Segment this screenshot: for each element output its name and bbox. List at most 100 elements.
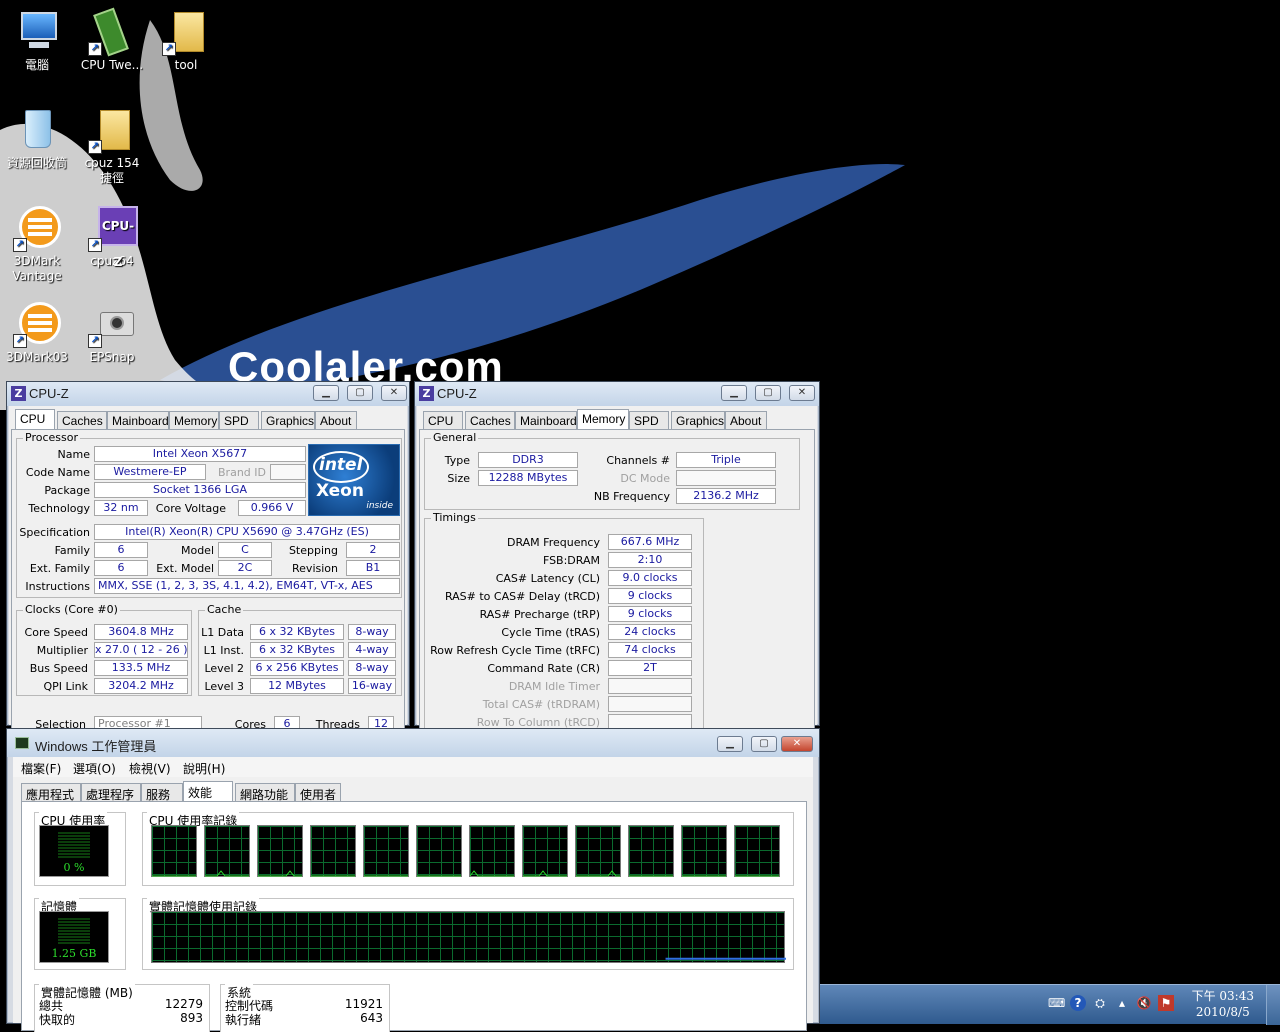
dcmode-value [676, 470, 776, 486]
window-title: CPU-Z [437, 386, 477, 401]
tab-processes[interactable]: 處理程序 [81, 783, 141, 802]
window-title: CPU-Z [29, 386, 69, 401]
cpuz-memory-window: Z CPU-Z ▁ ▢ ✕ CPU Caches Mainboard Memor… [414, 381, 820, 730]
cpu-core-graph [575, 825, 621, 877]
close-button[interactable]: ✕ [781, 736, 813, 752]
tab-cpu[interactable]: CPU [15, 409, 55, 429]
timing-value [608, 678, 692, 694]
physical-memory-box: 實體記憶體 (MB) 總共 12279 快取的 893 [34, 984, 210, 1032]
cpu-usage-trace [576, 870, 620, 877]
group-title: Processor [23, 431, 80, 444]
close-button[interactable]: ✕ [381, 385, 407, 401]
cpu-core-graph [628, 825, 674, 877]
minimize-button[interactable]: ▁ [717, 736, 743, 752]
cpuz-app-icon: Z [419, 386, 434, 401]
cpu-core-line [682, 875, 726, 877]
cpu-core-line [205, 870, 249, 877]
tab-mainboard[interactable]: Mainboard [107, 411, 169, 429]
tab-performance[interactable]: 效能 [183, 781, 233, 801]
timing-value: 24 clocks [608, 624, 692, 640]
tab-caches[interactable]: Caches [57, 411, 107, 429]
cpu-usage-trace [470, 870, 514, 877]
maximize-button[interactable]: ▢ [347, 385, 373, 401]
model-value: C [218, 542, 272, 558]
tab-services[interactable]: 服務 [141, 783, 183, 802]
desktop-icon-3dmark03[interactable]: ↗ 3DMark03 [2, 300, 72, 365]
maximize-button[interactable]: ▢ [751, 736, 777, 752]
desktop-icon-cpuz154[interactable]: ↗ cpuz 154 捷徑 [77, 106, 147, 186]
tab-graphics[interactable]: Graphics [671, 411, 725, 429]
taskbar-clock[interactable]: 下午 03:43 2010/8/5 [1192, 988, 1254, 1020]
timing-label: Total CAS# (tRDRAM) [482, 698, 600, 711]
stepping-value: 2 [346, 542, 400, 558]
3dmark-icon: ↗ [13, 300, 61, 348]
dcmode-label: DC Mode [620, 472, 670, 485]
cpu-usage-trace [258, 870, 302, 877]
title-bar[interactable]: Z CPU-Z ▁ ▢ ✕ [415, 382, 819, 406]
desktop-icon-label-2: 捷徑 [99, 171, 124, 185]
keyboard-icon[interactable]: ⌨ [1048, 995, 1065, 1011]
flag-icon[interactable]: ⚑ [1158, 995, 1174, 1011]
technology-label: Technology [28, 502, 90, 515]
title-bar[interactable]: Z CPU-Z ▁ ▢ ✕ [7, 382, 409, 406]
l1d-way: 8-way [348, 624, 396, 640]
multiplier-value: x 27.0 ( 12 - 26 ) [94, 642, 188, 658]
tab-about[interactable]: About [725, 411, 767, 429]
size-label: Size [447, 472, 470, 485]
desktop-icon-3dmark-vantage[interactable]: ↗ 3DMark Vantage [2, 204, 72, 284]
network-icon[interactable]: ⛭ [1092, 995, 1108, 1011]
desktop-icon-tool[interactable]: ↗ tool [151, 8, 221, 73]
cpu-usage-trace [523, 870, 567, 877]
tab-memory[interactable]: Memory [577, 409, 629, 429]
tab-mainboard[interactable]: Mainboard [515, 411, 577, 429]
tab-users[interactable]: 使用者 [295, 783, 341, 802]
tab-networking[interactable]: 網路功能 [235, 783, 295, 802]
cpu-core-line [576, 870, 620, 877]
family-label: Family [54, 544, 90, 557]
tab-spd[interactable]: SPD [219, 411, 259, 429]
window-body: CPU Caches Mainboard Memory SPD Graphics… [9, 406, 407, 732]
corespeed-value: 3604.8 MHz [94, 624, 188, 640]
tab-cpu[interactable]: CPU [423, 411, 463, 429]
channels-value: Triple [676, 452, 776, 468]
cpu-history-box: CPU 使用率記錄 [142, 812, 794, 886]
show-desktop-button[interactable] [1266, 985, 1280, 1025]
cpu-core-graph [681, 825, 727, 877]
tab-graphics[interactable]: Graphics [261, 411, 315, 429]
menu-help[interactable]: 說明(H) [183, 760, 225, 777]
cpu-core-line [258, 870, 302, 877]
extfamily-value: 6 [94, 560, 148, 576]
l3-way: 16-way [348, 678, 396, 694]
name-value: Intel Xeon X5677 [94, 446, 306, 462]
cpu-core-graph [522, 825, 568, 877]
desktop-icon-cpu-tweaker[interactable]: ↗ CPU Twe... [77, 7, 147, 73]
maximize-button[interactable]: ▢ [755, 385, 781, 401]
menu-file[interactable]: 檔案(F) [21, 760, 61, 777]
desktop-icon-recycle-bin[interactable]: 資源回收筒 [2, 106, 72, 171]
desktop-icon-computer[interactable]: 電腦 [2, 8, 72, 73]
close-button[interactable]: ✕ [789, 385, 815, 401]
tab-memory[interactable]: Memory [169, 411, 219, 429]
instructions-label: Instructions [25, 580, 90, 593]
tab-caches[interactable]: Caches [465, 411, 515, 429]
desktop-icon-epsnap[interactable]: ↗ EPSnap [77, 300, 147, 365]
memory-history-svg [665, 957, 786, 960]
title-bar[interactable]: Windows 工作管理員 ▁ ▢ ✕ [7, 729, 819, 757]
speaker-muted-icon[interactable]: 🔇 [1136, 995, 1152, 1011]
multiplier-label: Multiplier [36, 644, 88, 657]
minimize-button[interactable]: ▁ [313, 385, 339, 401]
menu-view[interactable]: 檢視(V) [129, 760, 171, 777]
tab-spd[interactable]: SPD [629, 411, 669, 429]
desktop-icon-cpuz64[interactable]: CPU-Z ↗ cpuz64 [77, 204, 147, 269]
instructions-value: MMX, SSE (1, 2, 3, 3S, 4.1, 4.2), EM64T,… [94, 578, 400, 594]
meter-bars [58, 832, 90, 858]
group-title: Timings [431, 511, 478, 524]
minimize-button[interactable]: ▁ [721, 385, 747, 401]
cpu-core-graph [151, 825, 197, 877]
logo-brand: intel [319, 455, 363, 475]
menu-options[interactable]: 選項(O) [73, 760, 116, 777]
help-icon[interactable]: ? [1070, 995, 1086, 1011]
tab-applications[interactable]: 應用程式 [21, 783, 81, 802]
tab-about[interactable]: About [315, 411, 357, 429]
arrow-icon[interactable]: ▴ [1114, 995, 1130, 1011]
